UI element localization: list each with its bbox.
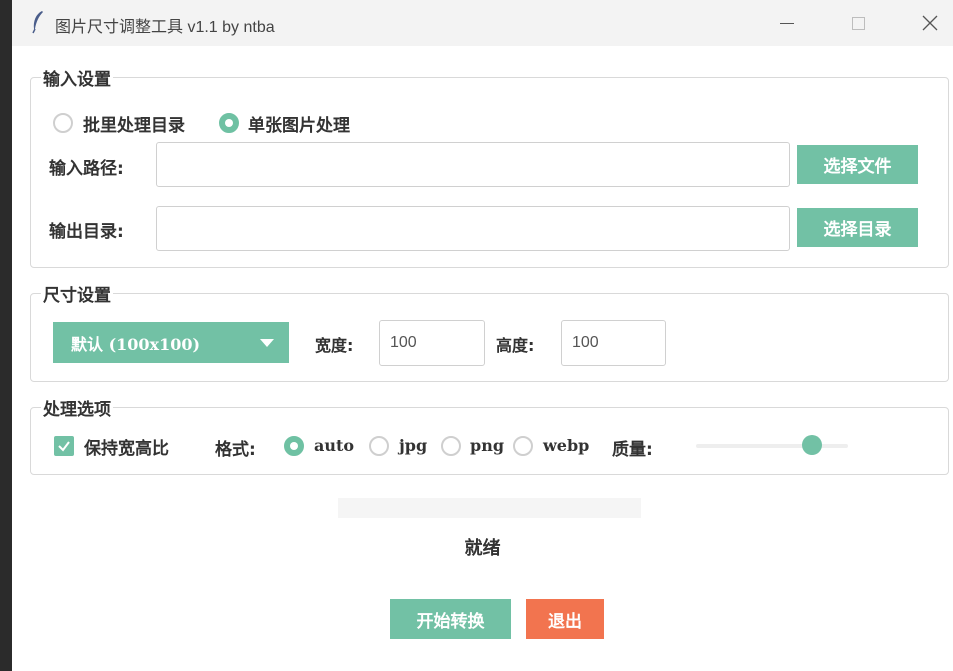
format-webp-radio[interactable] [513, 436, 533, 456]
format-auto-label[interactable]: auto [314, 436, 354, 455]
select-file-button[interactable]: 选择文件 [797, 145, 918, 184]
output-dir-label: 输出目录: [49, 222, 124, 242]
size-preset-value: 默认 (100x100) [71, 334, 201, 354]
single-mode-radio[interactable] [219, 113, 239, 133]
input-path-field[interactable] [156, 142, 790, 187]
select-dir-button[interactable]: 选择目录 [797, 208, 918, 247]
check-icon [58, 441, 70, 452]
batch-mode-label[interactable]: 批里处理目录 [83, 111, 185, 136]
format-auto-radio[interactable] [284, 436, 304, 456]
width-label: 宽度: [315, 336, 354, 355]
quality-slider-handle[interactable] [801, 435, 822, 455]
size-preset-dropdown[interactable]: 默认 (100x100) [53, 322, 289, 363]
close-button[interactable] [907, 0, 953, 46]
output-dir-field[interactable] [156, 206, 790, 251]
format-png-radio[interactable] [441, 436, 461, 456]
app-window: 图片尺寸调整工具 v1.1 by ntba 输入设置 批里处理目录 单张图片处理… [12, 0, 953, 671]
quality-label: 质量: [612, 440, 653, 460]
format-jpg-radio[interactable] [369, 436, 389, 456]
format-webp-label[interactable]: webp [543, 436, 589, 455]
keep-ratio-label[interactable]: 保持宽高比 [84, 434, 169, 459]
height-label: 高度: [496, 336, 535, 355]
status-text: 就绪 [464, 538, 501, 559]
progress-bar [338, 498, 641, 518]
height-input[interactable] [561, 320, 666, 366]
minimize-icon [780, 22, 794, 24]
format-jpg-label[interactable]: jpg [399, 436, 427, 455]
title-bar[interactable]: 图片尺寸调整工具 v1.1 by ntba [12, 0, 953, 46]
batch-mode-radio[interactable] [53, 113, 73, 133]
keep-ratio-checkbox[interactable] [54, 436, 74, 456]
quality-slider[interactable] [696, 444, 848, 448]
input-path-label: 输入路径: [49, 159, 124, 179]
maximize-icon [851, 16, 865, 30]
size-settings-legend: 尺寸设置 [43, 286, 111, 306]
feather-icon [32, 11, 43, 34]
start-convert-button[interactable]: 开始转换 [390, 599, 511, 639]
minimize-button[interactable] [764, 0, 810, 46]
processing-options-legend: 处理选项 [43, 400, 111, 420]
close-icon [922, 15, 938, 31]
exit-button[interactable]: 退出 [526, 599, 604, 639]
width-input[interactable] [379, 320, 485, 366]
maximize-button[interactable] [835, 0, 881, 46]
format-label: 格式: [215, 440, 256, 460]
input-settings-legend: 输入设置 [43, 70, 111, 90]
single-mode-label[interactable]: 单张图片处理 [248, 111, 350, 136]
chevron-down-icon [260, 339, 274, 347]
format-png-label[interactable]: png [470, 436, 504, 455]
window-title: 图片尺寸调整工具 v1.1 by ntba [55, 19, 275, 36]
